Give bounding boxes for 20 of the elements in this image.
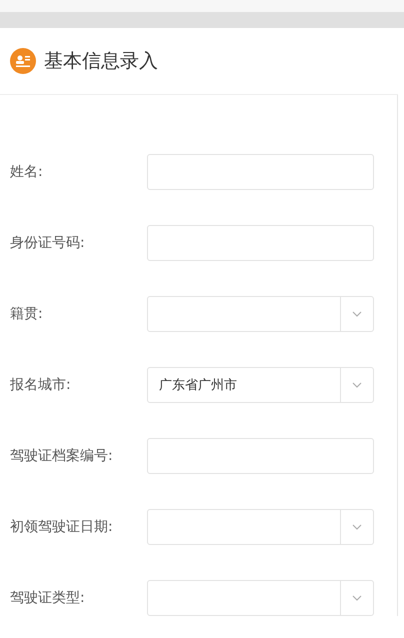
field-label: 籍贯: bbox=[10, 305, 44, 323]
text-field[interactable] bbox=[147, 154, 374, 190]
select-field[interactable] bbox=[147, 296, 374, 332]
field-label: 姓名: bbox=[10, 163, 44, 181]
select-field[interactable] bbox=[147, 509, 374, 545]
field-label: 初领驾驶证日期: bbox=[10, 518, 114, 536]
chevron-down-icon bbox=[352, 311, 362, 317]
field-label: 报名城市: bbox=[10, 376, 72, 394]
chevron-down-icon bbox=[352, 382, 362, 388]
section-title: 基本信息录入 bbox=[44, 49, 158, 74]
text-field[interactable] bbox=[147, 438, 374, 474]
text-field[interactable] bbox=[147, 225, 374, 261]
chevron-down-icon bbox=[352, 524, 362, 530]
select-field[interactable] bbox=[147, 580, 374, 616]
field-label: 驾驶证档案编号: bbox=[10, 447, 114, 465]
field-label: 身份证号码: bbox=[10, 234, 86, 252]
select-field[interactable]: 广东省广州市 bbox=[147, 367, 374, 403]
user-card-icon bbox=[10, 48, 36, 74]
chevron-down-icon bbox=[352, 595, 362, 601]
field-label: 驾驶证类型: bbox=[10, 589, 86, 607]
